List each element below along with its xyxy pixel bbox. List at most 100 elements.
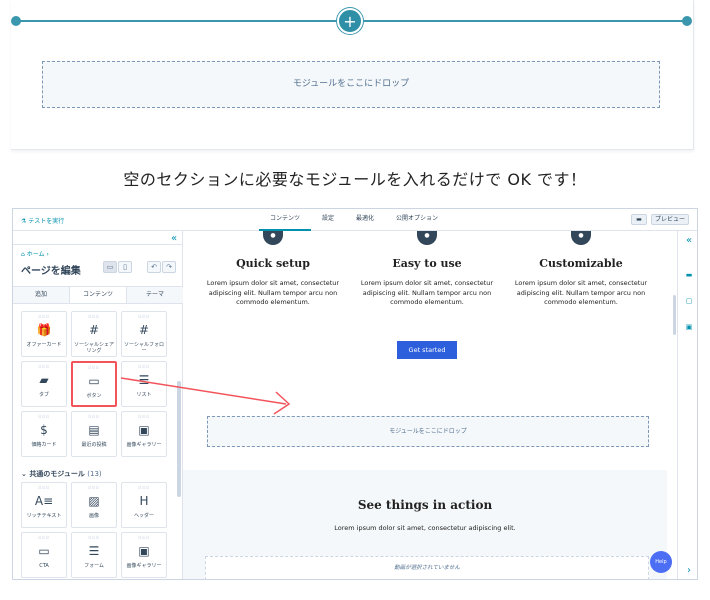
feature-column: ● Quick setup Lorem ipsum dolor sit amet… [203, 231, 343, 308]
module-card[interactable]: ⠿⠿⠿ # ソーシャルシェアリング [71, 311, 117, 357]
module-card[interactable]: ⠿⠿⠿ ▰ タブ [21, 361, 67, 407]
drag-handle[interactable]: ⠿⠿⠿ [72, 485, 116, 490]
section-heading: See things in action [357, 498, 493, 512]
drag-handle[interactable]: ⠿⠿⠿ [72, 314, 116, 319]
drag-handle[interactable]: ⠿⠿⠿ [72, 414, 116, 419]
mobile-icon[interactable]: ▯ [118, 261, 132, 273]
module-label: 価格カード [31, 442, 57, 448]
breadcrumb-label: ホーム › [26, 251, 49, 258]
page-canvas: ● Quick setup Lorem ipsum dolor sit amet… [183, 231, 667, 579]
editor-topbar: ⚗ テストを実行 コンテンツ 設定 最適化 公開オプション ▬ プレビュー [13, 209, 697, 231]
module-card-button[interactable]: ⠿⠿⠿ ▭ ボタン [71, 361, 117, 407]
comment-icon[interactable]: ▬ [631, 214, 647, 225]
layout-icon[interactable]: ▣ [684, 323, 694, 331]
sidebar-scrollbar[interactable] [177, 381, 181, 497]
module-card[interactable]: ⠿⠿⠿ ☰ リスト [121, 361, 167, 407]
tab-content[interactable]: コンテンツ [259, 209, 312, 231]
drag-handle[interactable]: ⠿⠿⠿ [122, 314, 166, 319]
canvas-scrollbar[interactable] [673, 295, 676, 335]
desktop-icon[interactable]: ▭ [103, 261, 117, 273]
module-card[interactable]: ⠿⠿⠿ $ 価格カード [21, 411, 67, 457]
feature-icon: ● [571, 231, 591, 245]
tab-publish-options[interactable]: 公開オプション [385, 209, 449, 231]
run-test-label: テストを実行 [28, 218, 65, 225]
module-label: ソーシャルシェアリング [74, 342, 114, 354]
common-modules-header[interactable]: ⌄ 共通のモジュール (13) [21, 469, 102, 479]
get-started-button[interactable]: Get started [397, 341, 457, 359]
module-label: 最近の投稿 [81, 442, 107, 448]
module-card[interactable]: ⠿⠿⠿ ▣ 画像ギャラリー [121, 411, 167, 457]
next-chevron-icon[interactable]: › [684, 565, 694, 576]
module-label: リスト [136, 392, 152, 398]
feature-column: ● Easy to use Lorem ipsum dolor sit amet… [357, 231, 497, 308]
hashtag-icon: # [88, 323, 100, 337]
expand-panel-icon[interactable]: « [684, 235, 694, 246]
right-rail: « ▬ ▢ ▣ › [677, 231, 697, 579]
module-card[interactable]: ⠿⠿⠿ ▣ 画像ギャラリー [121, 532, 167, 578]
feature-title: Quick setup [236, 257, 310, 270]
preview-button[interactable]: プレビュー [651, 214, 689, 225]
button-cursor-icon: ▭ [88, 374, 100, 388]
posts-icon: ▤ [88, 423, 100, 437]
tab-settings[interactable]: 設定 [311, 209, 345, 231]
module-card[interactable]: ⠿⠿⠿ ▤ 最近の投稿 [71, 411, 117, 457]
video-placeholder[interactable]: 動画が選択されていません [205, 556, 649, 579]
module-label: 画像 [88, 513, 99, 519]
redo-button[interactable]: ↷ [162, 261, 176, 273]
collapse-sidebar-icon[interactable]: « [171, 233, 177, 244]
module-card[interactable]: ⠿⠿⠿ ▨ 画像 [71, 482, 117, 528]
breadcrumb[interactable]: ⌂ ホーム › [21, 249, 49, 258]
hashtag-icon: # [138, 323, 150, 337]
drag-handle[interactable]: ⠿⠿⠿ [122, 485, 166, 490]
drag-handle[interactable]: ⠿⠿⠿ [122, 414, 166, 419]
drag-handle[interactable]: ⠿⠿⠿ [22, 485, 66, 490]
drag-handle[interactable]: ⠿⠿⠿ [73, 365, 115, 370]
module-label: CTA [39, 563, 49, 569]
module-card[interactable]: ⠿⠿⠿ H ヘッダー [121, 482, 167, 528]
drag-handle[interactable]: ⠿⠿⠿ [22, 364, 66, 369]
add-section-button[interactable]: + [337, 8, 363, 34]
tab-add[interactable]: 追加 [13, 287, 69, 303]
module-drop-zone[interactable]: モジュールをここにドロップ [207, 416, 649, 447]
module-drop-zone[interactable]: モジュールをここにドロップ [42, 61, 660, 108]
drag-handle[interactable]: ⠿⠿⠿ [122, 535, 166, 540]
drag-handle[interactable]: ⠿⠿⠿ [22, 414, 66, 419]
section-count: (13) [87, 470, 102, 478]
feature-body: Lorem ipsum dolor sit amet, consectetur … [360, 279, 494, 306]
undo-button[interactable]: ↶ [147, 261, 161, 273]
folder-icon: ▰ [39, 373, 49, 387]
module-card[interactable]: ⠿⠿⠿ ☰ フォーム [71, 532, 117, 578]
common-module-grid: ⠿⠿⠿ A≡ リッチテキスト ⠿⠿⠿ ▨ 画像 ⠿⠿⠿ H ヘッダー ⠿⠿⠿ ▭ CTA ⠿⠿⠿… [21, 482, 171, 578]
module-card[interactable]: ⠿⠿⠿ # ソーシャルフォロー [121, 311, 167, 357]
module-card[interactable]: ⠿⠿⠿ A≡ リッチテキスト [21, 482, 67, 528]
tab-optimize[interactable]: 最適化 [345, 209, 385, 231]
list-icon: ☰ [138, 373, 150, 387]
video-placeholder-label: 動画が選択されていません [394, 565, 460, 571]
feature-column: ● Customizable Lorem ipsum dolor sit ame… [511, 231, 651, 308]
drag-handle[interactable]: ⠿⠿⠿ [22, 314, 66, 319]
comment-icon[interactable]: ▬ [684, 271, 694, 279]
header-icon: H [139, 494, 149, 508]
module-card[interactable]: ⠿⠿⠿ ▭ CTA [21, 532, 67, 578]
module-grid: ⠿⠿⠿ 🎁 オファーカード ⠿⠿⠿ # ソーシャルシェアリング ⠿⠿⠿ # ソーシャルフォロ… [21, 311, 171, 457]
drag-handle[interactable]: ⠿⠿⠿ [72, 535, 116, 540]
tab-theme[interactable]: テーマ [127, 287, 183, 303]
module-label: 画像ギャラリー [126, 442, 162, 448]
divider-endpoint [682, 16, 692, 26]
editor-sidebar: « ⌂ ホーム › ページを編集 ▭ ▯ ↶ ↷ 追加 コンテンツ テーマ ⠿⠿… [13, 231, 183, 579]
module-label: 画像ギャラリー [126, 563, 162, 569]
calendar-icon[interactable]: ▢ [684, 297, 694, 305]
tab-sidebar-content[interactable]: コンテンツ [69, 287, 127, 303]
page-editor-screenshot: ⚗ テストを実行 コンテンツ 設定 最適化 公開オプション ▬ プレビュー « … [12, 208, 698, 580]
module-label: タブ [38, 392, 49, 398]
drag-handle[interactable]: ⠿⠿⠿ [122, 364, 166, 369]
help-button[interactable]: Help [650, 551, 672, 573]
sidebar-tabs: 追加 コンテンツ テーマ [13, 286, 183, 304]
sidebar-divider [13, 244, 183, 245]
module-card[interactable]: ⠿⠿⠿ 🎁 オファーカード [21, 311, 67, 357]
feature-icon: ● [417, 231, 437, 245]
drag-handle[interactable]: ⠿⠿⠿ [22, 535, 66, 540]
form-icon: ☰ [88, 544, 100, 558]
divider-endpoint [11, 16, 21, 26]
run-test-link[interactable]: ⚗ テストを実行 [21, 216, 64, 225]
